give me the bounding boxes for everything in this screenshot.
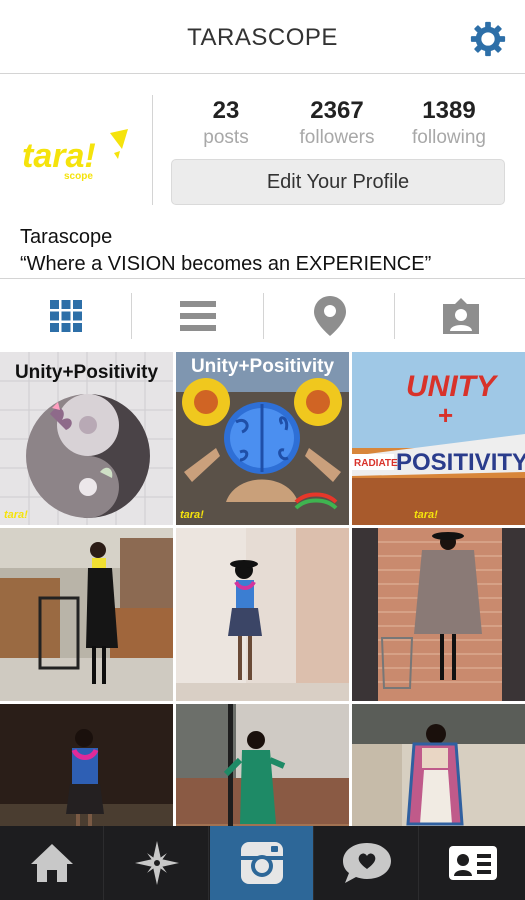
post-thumbnail[interactable]	[176, 528, 349, 701]
tab-grid-view[interactable]	[0, 279, 131, 352]
edit-profile-button[interactable]: Edit Your Profile	[171, 159, 505, 205]
post-caption: Unity+Positivity	[14, 362, 159, 383]
tab-map-view[interactable]	[264, 279, 395, 352]
followers-stat[interactable]: 2367 followers	[282, 97, 392, 149]
svg-text:tara!: tara!	[180, 509, 204, 521]
post-thumbnail[interactable]	[352, 704, 525, 826]
post-thumbnail[interactable]	[352, 528, 525, 701]
svg-text:tara!: tara!	[414, 509, 438, 521]
tab-list-view[interactable]	[132, 279, 263, 352]
followers-label: followers	[299, 127, 375, 148]
logo-text: tara!	[22, 137, 96, 175]
post-thumbnail[interactable]	[0, 528, 173, 701]
following-label: following	[412, 127, 486, 148]
posts-grid: tara! Unity+Positivity tara! Unity+Posit…	[0, 352, 525, 826]
profile-bio: Tarascope “Where a VISION becomes an EXP…	[20, 224, 510, 278]
posts-label: posts	[203, 127, 249, 148]
following-stat[interactable]: 1389 following	[394, 97, 504, 149]
followers-count: 2367	[310, 97, 364, 124]
camera-icon	[240, 842, 283, 884]
posts-count: 23	[212, 97, 240, 124]
post-thumbnail[interactable]: UNITY + POSITIVITY RADIATE tara!	[352, 352, 525, 525]
profile-display-name: Tarascope	[20, 226, 113, 248]
top-bar: TARASCOPE	[0, 0, 525, 74]
explore-star-icon	[134, 841, 179, 885]
tab-tagged-photos[interactable]	[395, 279, 525, 352]
svg-text:+: +	[438, 400, 453, 430]
profile-avatar-logo[interactable]: tara! scope	[18, 127, 134, 189]
logo-subtext: scope	[64, 171, 93, 182]
svg-text:RADIATE: RADIATE	[354, 458, 398, 469]
nav-explore[interactable]	[105, 826, 209, 900]
gear-icon[interactable]	[469, 20, 507, 58]
map-pin-icon	[313, 295, 346, 336]
post-thumbnail[interactable]: tara! Unity+Positivity	[176, 352, 349, 525]
post-thumbnail[interactable]: tara! Unity+Positivity	[0, 352, 173, 525]
post-thumbnail[interactable]	[0, 704, 173, 826]
tagged-photos-icon	[442, 297, 479, 334]
nav-home[interactable]	[0, 826, 104, 900]
profile-bio-text: “Where a VISION becomes an EXPERIENCE”	[20, 253, 432, 275]
nav-activity[interactable]	[315, 826, 419, 900]
bottom-tab-bar	[0, 826, 525, 900]
nav-camera[interactable]	[210, 826, 314, 900]
post-caption: Unity+Positivity	[190, 356, 335, 377]
nav-profile[interactable]	[420, 826, 525, 900]
profile-card-icon	[448, 846, 497, 880]
profile-username-title: TARASCOPE	[187, 24, 338, 51]
svg-text:tara!: tara!	[4, 509, 28, 521]
grid-icon	[49, 299, 82, 332]
svg-text:UNITY: UNITY	[406, 370, 499, 403]
activity-bubble-icon	[342, 843, 391, 883]
post-thumbnail[interactable]	[176, 704, 349, 826]
profile-view-tabs	[0, 278, 525, 352]
posts-stat[interactable]: 23 posts	[171, 97, 281, 149]
home-icon	[30, 844, 73, 882]
svg-text:POSITIVITY: POSITIVITY	[396, 449, 525, 476]
profile-header: tara! scope 23 posts 2367 followers 1389…	[0, 75, 525, 225]
profile-divider	[152, 95, 153, 205]
following-count: 1389	[422, 97, 476, 124]
list-icon	[179, 300, 216, 331]
